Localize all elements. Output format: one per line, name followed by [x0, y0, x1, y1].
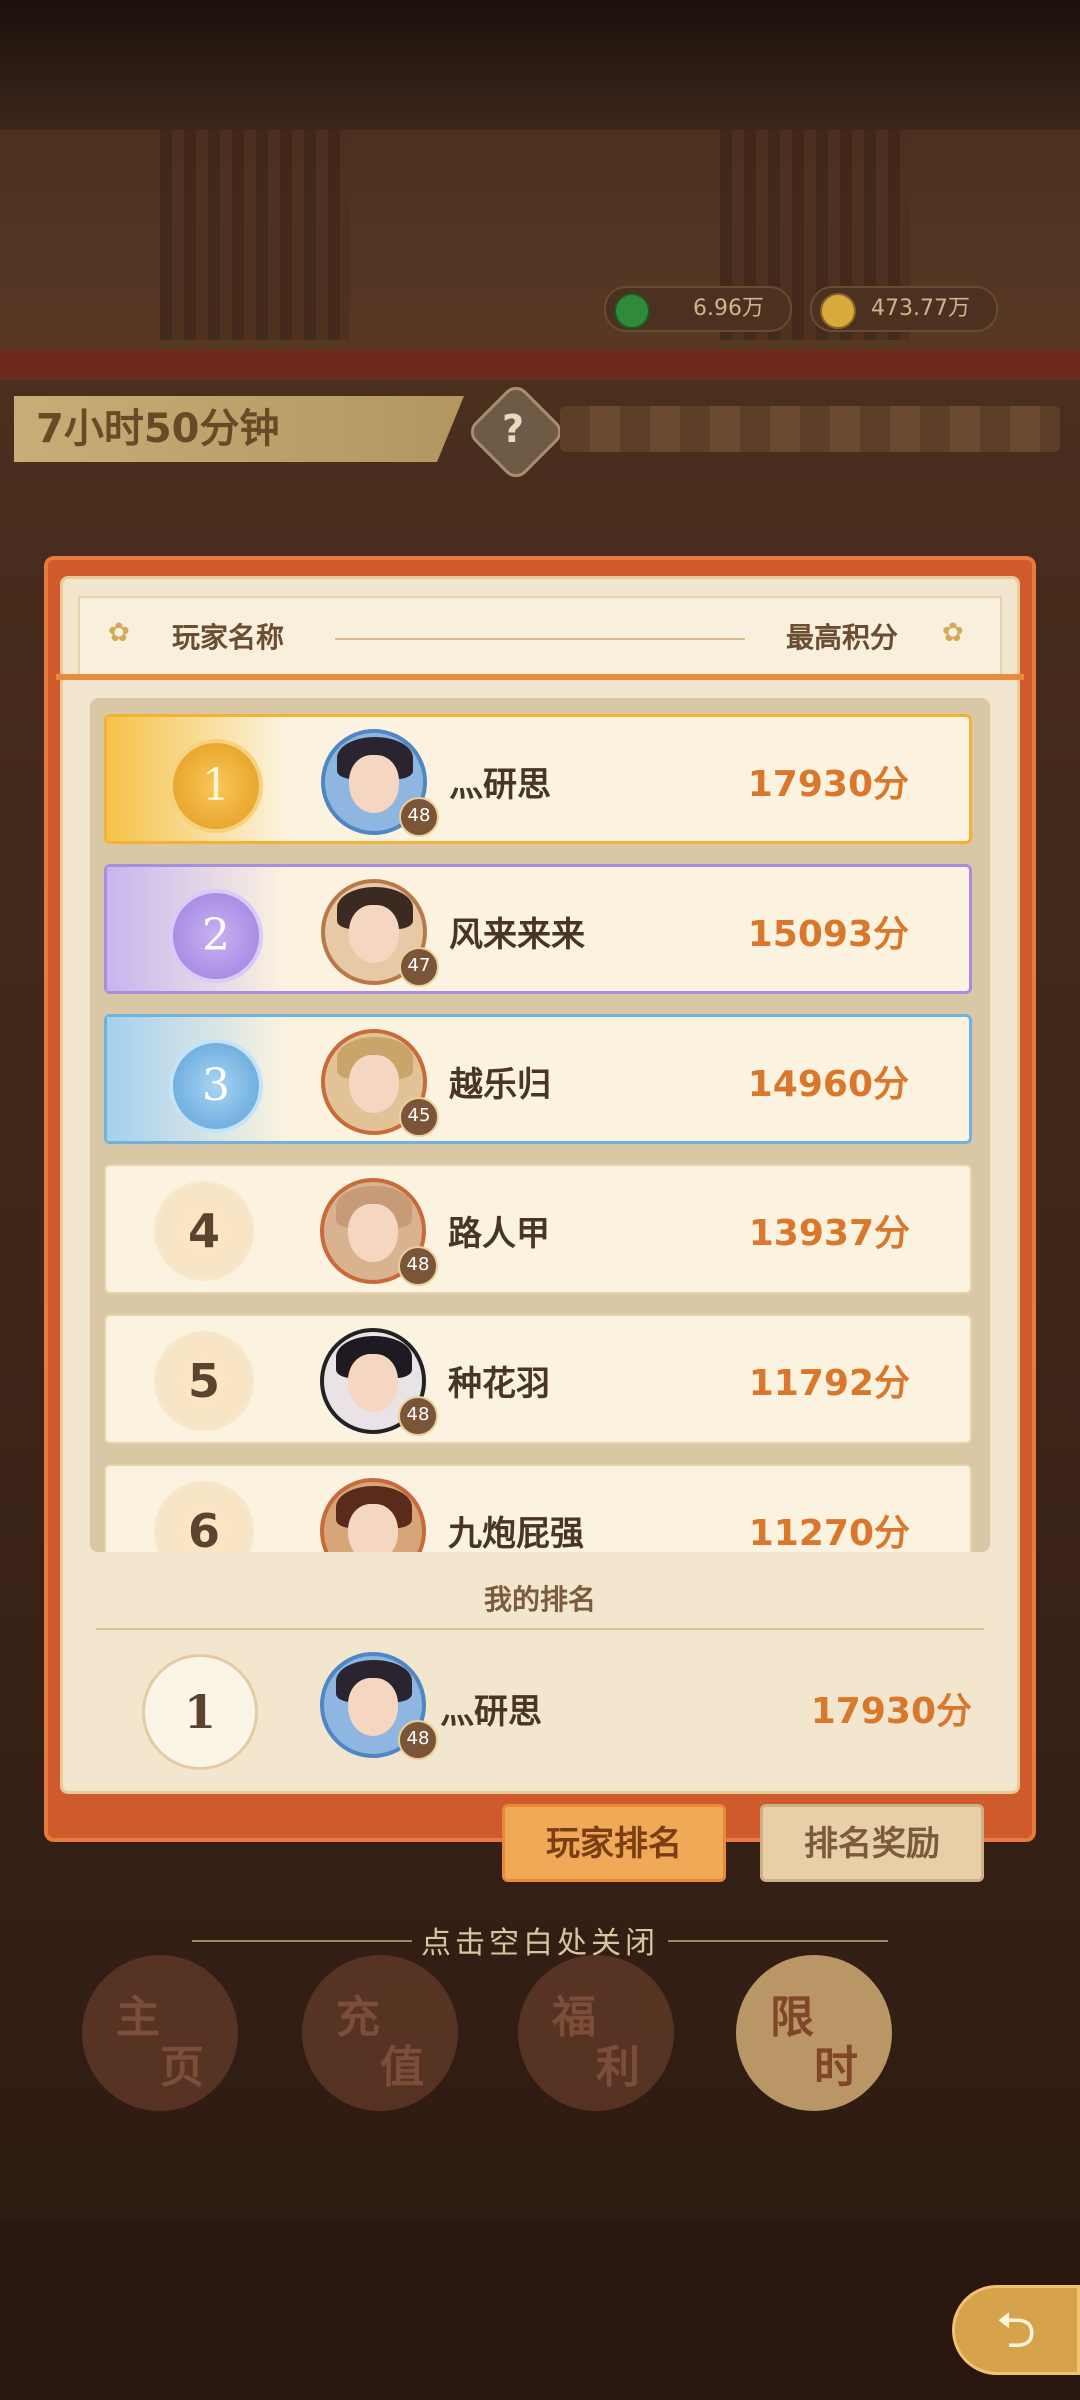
- bookshelf: [160, 130, 350, 340]
- ranking-row[interactable]: 4 48 路人甲 13937分: [104, 1164, 972, 1294]
- ranking-row[interactable]: 2 47 风来来来 15093分: [104, 864, 972, 994]
- player-name: 越乐归: [449, 1065, 551, 1105]
- player-score: 17930分: [747, 764, 909, 805]
- back-button[interactable]: ⮌: [952, 2285, 1080, 2375]
- player-score: 11270分: [748, 1513, 910, 1552]
- my-rank-number: 1: [142, 1654, 258, 1770]
- my-rank-row: 1 48 灬研思 17930分: [78, 1640, 1002, 1780]
- level-badge: 45: [399, 1097, 439, 1137]
- ranking-row[interactable]: 1 48 灬研思 17930分: [104, 714, 972, 844]
- back-arrow-icon: ⮌: [995, 2301, 1037, 2359]
- jade-counter[interactable]: 6.96万: [604, 286, 792, 332]
- my-level-badge: 48: [398, 1720, 438, 1760]
- event-timer: 7小时50分钟: [14, 396, 464, 462]
- rank-number: 5: [154, 1331, 254, 1431]
- player-name: 种花羽: [448, 1364, 550, 1404]
- purple-medal-icon: 2: [169, 889, 263, 983]
- timer-text: 7小时50分钟: [36, 406, 280, 452]
- frame-beam: [0, 350, 1080, 384]
- tab-rank-reward[interactable]: 排名奖励: [760, 1804, 984, 1882]
- rank-number: 4: [154, 1181, 254, 1281]
- nav-home-button[interactable]: 主 页: [82, 1955, 238, 2111]
- player-name: 风来来来: [449, 915, 585, 955]
- coin-counter[interactable]: 473.77万: [810, 286, 998, 332]
- floor-bg: [0, 2220, 1080, 2400]
- header-accent-line: [56, 674, 1024, 680]
- player-name: 路人甲: [448, 1214, 550, 1254]
- ranking-row[interactable]: 5 48 种花羽 11792分: [104, 1314, 972, 1444]
- ranking-list[interactable]: 1 48 灬研思 17930分 2 47 风来来来 15093分 3 45 越乐…: [90, 698, 990, 1552]
- tab-player-rank[interactable]: 玩家排名: [502, 1804, 726, 1882]
- hint-line-right: [668, 1940, 888, 1942]
- player-score: 13937分: [748, 1213, 910, 1254]
- rank-number: 6: [154, 1481, 254, 1552]
- player-score: 14960分: [747, 1064, 909, 1105]
- level-badge: 48: [399, 797, 439, 837]
- my-rank-divider: [96, 1628, 984, 1630]
- question-icon[interactable]: ?: [480, 396, 546, 462]
- player-name: 九炮屁强: [448, 1514, 584, 1552]
- name-column-header: 玩家名称: [172, 621, 285, 654]
- level-badge: 48: [398, 1396, 438, 1436]
- nav-recharge-button[interactable]: 充 值: [302, 1955, 458, 2111]
- score-column-header: 最高积分: [786, 621, 899, 654]
- flower-icon: ✿: [942, 618, 964, 648]
- jade-amount: 6.96万: [693, 296, 764, 321]
- jade-coin-icon: [614, 293, 650, 329]
- level-badge: 47: [399, 947, 439, 987]
- coin-amount: 473.77万: [871, 296, 970, 321]
- player-name: 灬研思: [449, 765, 551, 805]
- top-bar-bg: [0, 0, 1080, 130]
- gold-coin-icon: [820, 293, 856, 329]
- level-badge: 48: [398, 1246, 438, 1286]
- gold-medal-icon: 1: [169, 739, 263, 833]
- flower-icon: ✿: [108, 618, 130, 648]
- player-score: 11792分: [748, 1363, 910, 1404]
- my-player-score: 17930分: [810, 1691, 972, 1732]
- nav-limited-button[interactable]: 限 时: [736, 1955, 892, 2111]
- decorative-rail: [560, 406, 1060, 452]
- player-score: 15093分: [747, 914, 909, 955]
- nav-welfare-button[interactable]: 福 利: [518, 1955, 674, 2111]
- my-rank-title: 我的排名: [483, 1583, 596, 1616]
- my-player-name: 灬研思: [440, 1692, 542, 1732]
- avatar[interactable]: [320, 1478, 426, 1552]
- header-divider: [335, 638, 745, 640]
- ranking-row[interactable]: 3 45 越乐归 14960分: [104, 1014, 972, 1144]
- ranking-row[interactable]: 6 九炮屁强 11270分: [104, 1464, 972, 1552]
- blue-medal-icon: 3: [169, 1039, 263, 1133]
